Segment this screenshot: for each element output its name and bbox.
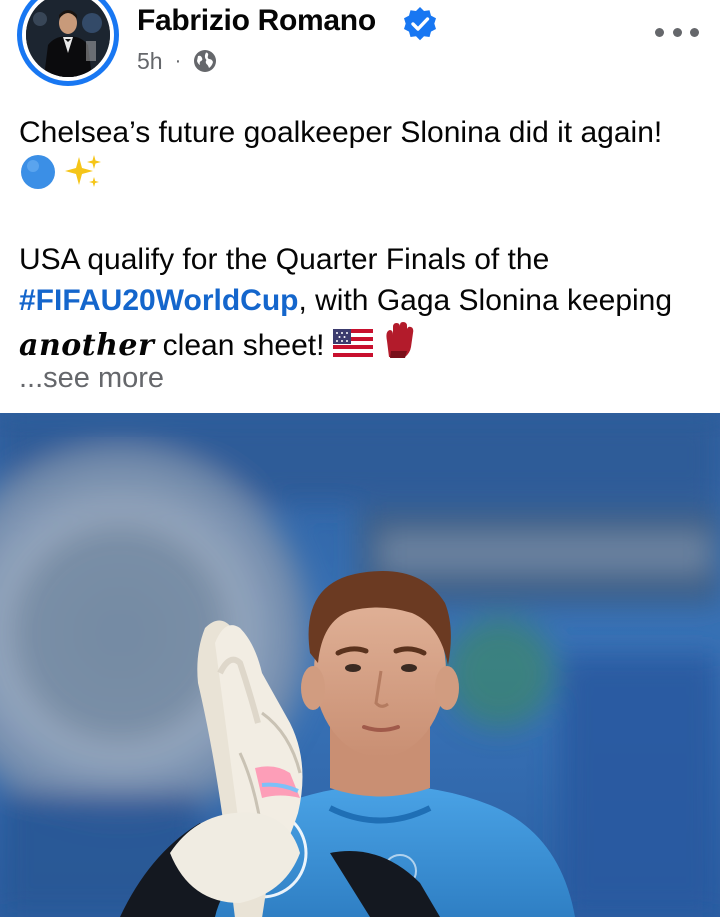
see-more-link[interactable]: ...see more — [19, 362, 164, 395]
facebook-post: Fabrizio Romano 5h · Chelsea’s future go… — [0, 0, 720, 917]
post-meta: 5h · — [137, 46, 217, 76]
goalkeeper-glove-icon — [386, 322, 414, 358]
emphasis-word: another — [19, 328, 155, 363]
globe-icon[interactable] — [193, 49, 217, 73]
post-photo — [0, 413, 720, 917]
avatar[interactable] — [17, 0, 121, 86]
hashtag-link[interactable]: #FIFAU20WorldCup — [19, 284, 298, 317]
post-line-2-suffix: clean sheet! — [154, 329, 325, 362]
blue-circle-icon — [21, 155, 55, 189]
post-paragraph-2: USA qualify for the Quarter Finals of th… — [19, 239, 699, 366]
author-name[interactable]: Fabrizio Romano — [137, 4, 376, 38]
post-paragraph-1: Chelsea’s future goalkeeper Slonina did … — [19, 112, 699, 198]
verified-badge-icon — [404, 7, 436, 41]
post-timestamp[interactable]: 5h — [137, 48, 163, 75]
post-text: Chelsea’s future goalkeeper Slonina did … — [19, 112, 699, 366]
post-line-1: Chelsea’s future goalkeeper Slonina did … — [19, 116, 663, 149]
post-header: Fabrizio Romano 5h · — [0, 0, 720, 100]
us-flag-icon — [332, 329, 373, 357]
goalkeeper-applauding-photo[interactable] — [0, 413, 720, 917]
story-ring — [17, 0, 119, 86]
meta-separator: · — [174, 49, 182, 72]
sparkles-icon — [65, 155, 102, 187]
more-options-icon[interactable] — [655, 20, 699, 44]
post-line-2-mid: , with Gaga Slonina keeping — [298, 284, 673, 317]
post-line-2-prefix: USA qualify for the Quarter Finals of th… — [19, 243, 550, 276]
